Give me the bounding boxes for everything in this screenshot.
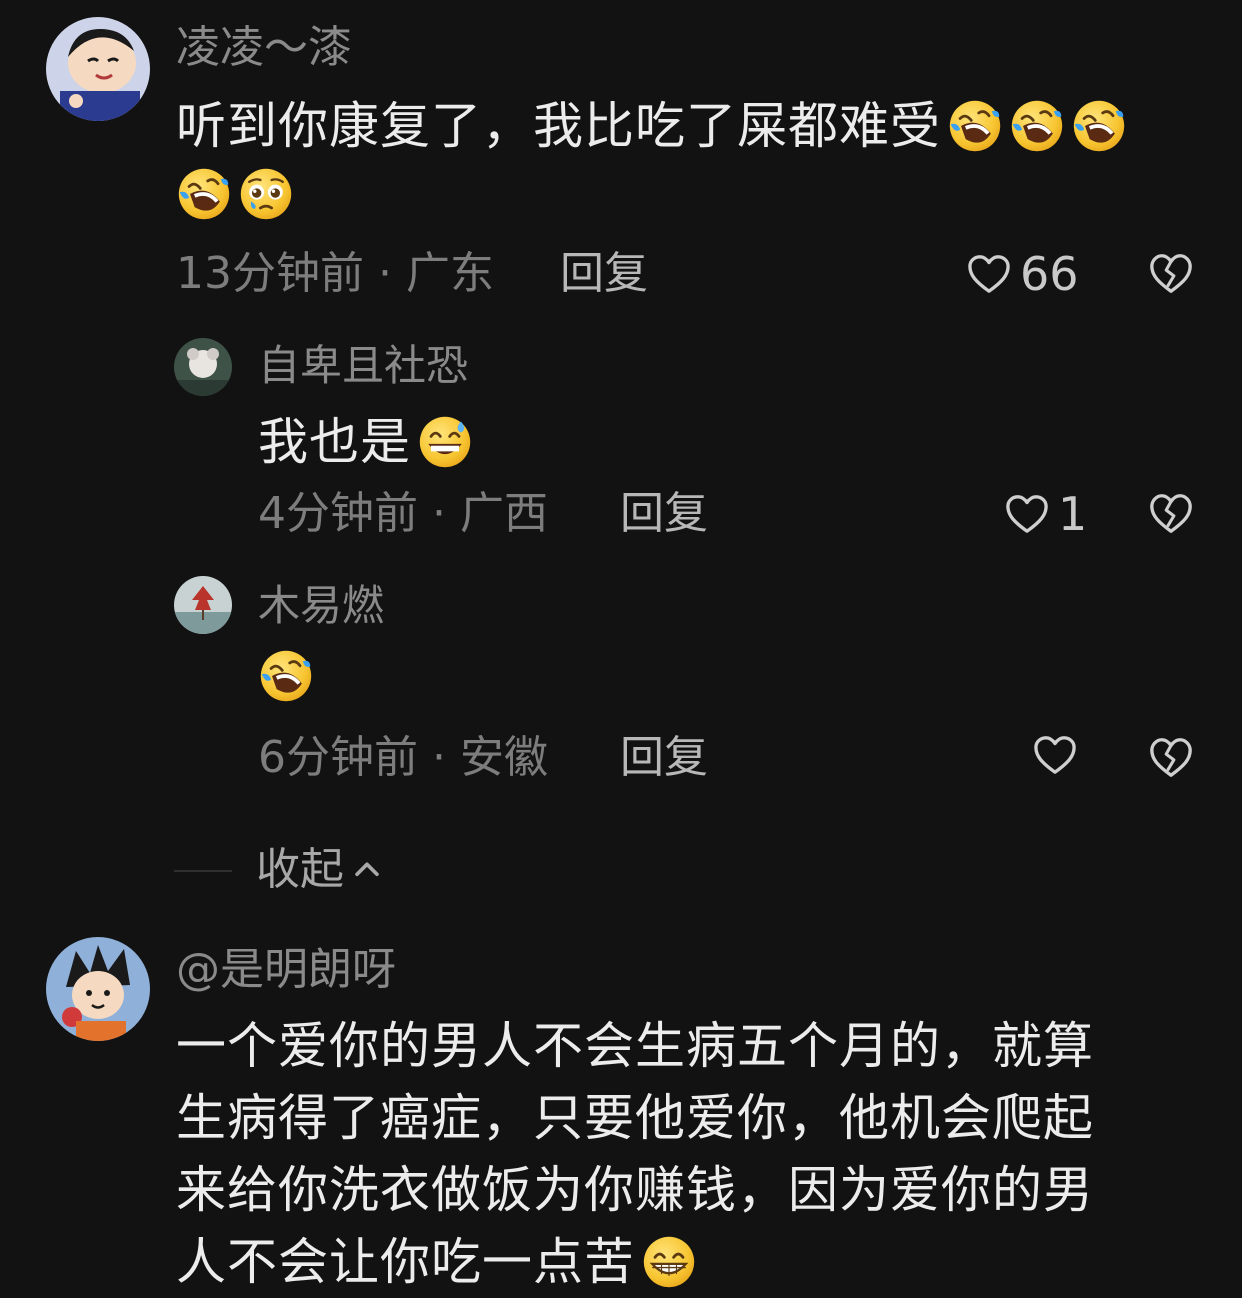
rofl-face-icon — [176, 166, 232, 222]
broken-heart-icon — [1148, 734, 1194, 780]
like-count: 1 — [1058, 487, 1088, 541]
heart-icon — [966, 253, 1012, 295]
rofl-face-icon — [1071, 98, 1127, 154]
comment-text: 一个爱你的男人不会生病五个月的，就算 生病得了癌症，只要他爱你，他机会爬起 来给… — [176, 1010, 1216, 1298]
reply-button[interactable]: 回复 — [560, 248, 648, 300]
like-button[interactable] — [1032, 734, 1086, 776]
broken-heart-icon — [1148, 250, 1194, 296]
pleading-face-icon — [238, 166, 294, 222]
comment-text-line: 人不会让你吃一点苦 — [176, 1226, 1216, 1298]
broken-heart-icon — [1148, 490, 1194, 536]
dislike-button[interactable] — [1148, 250, 1194, 296]
avatar[interactable] — [46, 937, 150, 1041]
reply-meta: 6分钟前 · 安徽 — [258, 732, 548, 783]
reply-button[interactable]: 回复 — [620, 488, 708, 540]
grin-sweat-face-icon — [417, 414, 473, 470]
collapse-divider — [174, 870, 232, 872]
heart-icon — [1004, 493, 1050, 535]
rofl-face-icon — [1009, 98, 1065, 154]
reply-text-content: 我也是 — [258, 413, 411, 471]
dislike-button[interactable] — [1148, 734, 1194, 780]
comment-text: 听到你康复了，我比吃了屎都难受 — [176, 90, 1206, 162]
like-count: 66 — [1020, 247, 1079, 301]
comment-text-line: 来给你洗衣做饭为你赚钱，因为爱你的男 — [176, 1161, 1094, 1219]
chevron-up-icon — [355, 862, 379, 877]
like-button[interactable]: 1 — [1004, 488, 1087, 540]
heart-icon — [1032, 734, 1078, 776]
comment-username[interactable]: 凌凌～漆 — [176, 22, 352, 74]
avatar[interactable] — [174, 338, 232, 396]
avatar[interactable] — [174, 576, 232, 634]
rofl-face-icon — [258, 648, 314, 704]
dislike-button[interactable] — [1148, 490, 1194, 536]
reply-text: 我也是 — [258, 406, 473, 478]
reply-username[interactable]: 自卑且社恐 — [258, 340, 468, 392]
comment-text-content: 听到你康复了，我比吃了屎都难受 — [176, 97, 941, 155]
comment-meta: 13分钟前 · 广东 — [176, 248, 494, 299]
collapse-replies-button[interactable]: 收起 — [256, 842, 384, 898]
reply-button[interactable]: 回复 — [620, 732, 708, 784]
comment-text-line-end: 人不会让你吃一点苦 — [176, 1233, 635, 1291]
comment-emoji-line — [176, 170, 294, 230]
beaming-face-icon — [641, 1234, 697, 1290]
reply-meta: 4分钟前 · 广西 — [258, 488, 548, 539]
rofl-face-icon — [947, 98, 1003, 154]
reply-username[interactable]: 木易燃 — [258, 580, 384, 632]
avatar[interactable] — [46, 17, 150, 121]
collapse-label: 收起 — [256, 844, 344, 895]
like-button[interactable]: 66 — [966, 248, 1079, 300]
reply-text — [258, 652, 314, 712]
comment-text-line: 生病得了癌症，只要他爱你，他机会爬起 — [176, 1089, 1094, 1147]
comment-text-line: 一个爱你的男人不会生病五个月的，就算 — [176, 1017, 1094, 1075]
comment-username[interactable]: @是明朗呀 — [176, 944, 396, 996]
